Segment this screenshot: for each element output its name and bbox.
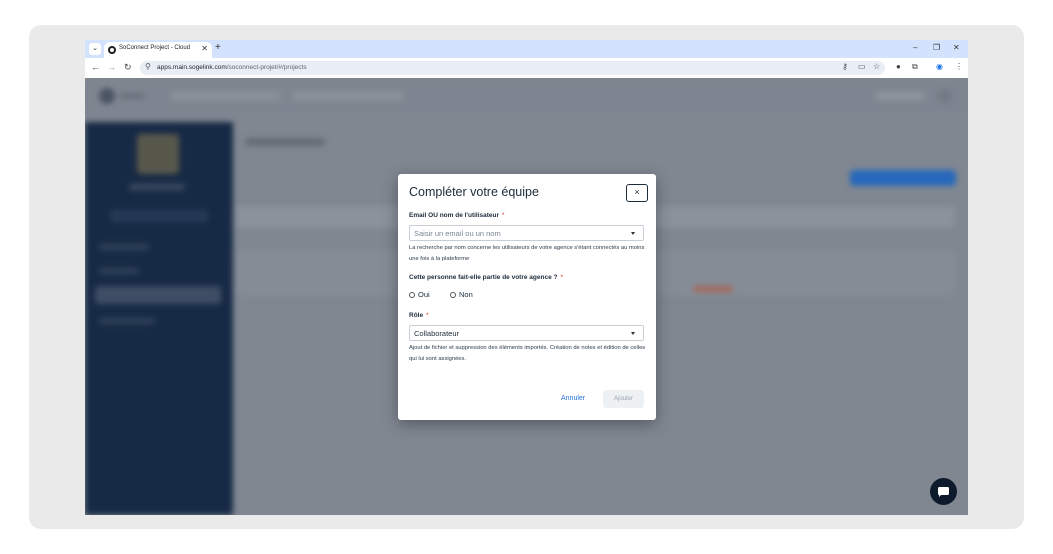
email-label: Email OU nom de l'utilisateur * — [409, 212, 505, 219]
password-key-icon[interactable]: ⚷ — [842, 62, 848, 71]
role-value: Collaborateur — [414, 329, 460, 338]
email-placeholder: Saisir un email ou un nom — [414, 229, 501, 238]
cancel-button[interactable]: Annuler — [561, 395, 585, 402]
tab-title: SoConnect Project - Cloud — [119, 45, 191, 51]
chat-button[interactable] — [930, 478, 957, 505]
address-bar-row: ← → ↻ ⚲ apps.main.sogelink.com/soconnect… — [85, 58, 968, 78]
radio-oui[interactable]: Oui — [409, 290, 430, 299]
tab-search-icon[interactable]: ⌄ — [89, 43, 101, 55]
extension-icon[interactable]: ● — [896, 62, 901, 71]
role-help-text: Ajout de fichier et suppression des élém… — [409, 345, 646, 362]
browser-window: ⌄ SoConnect Project - Cloud ✕ + – ❐ ✕ ← … — [85, 40, 968, 515]
minimize-icon[interactable]: – — [913, 43, 917, 52]
chat-icon — [938, 487, 949, 497]
close-button[interactable]: × — [626, 184, 648, 202]
radio-oui-label: Oui — [418, 290, 430, 299]
required-marker: * — [560, 274, 563, 281]
browser-tab[interactable]: SoConnect Project - Cloud ✕ — [104, 42, 212, 58]
tab-strip: ⌄ SoConnect Project - Cloud ✕ + – ❐ ✕ — [85, 40, 968, 58]
add-button[interactable]: Ajouter — [603, 390, 644, 408]
extensions-puzzle-icon[interactable]: ⧉ — [912, 62, 918, 72]
favicon-icon — [108, 46, 116, 54]
profile-icon[interactable]: ◉ — [936, 62, 943, 71]
browser-menu-icon[interactable]: ⋮ — [955, 62, 963, 71]
chevron-down-icon — [631, 232, 635, 235]
required-marker: * — [502, 212, 505, 219]
chevron-down-icon — [631, 332, 635, 335]
radio-circle-icon — [409, 291, 415, 298]
restore-icon[interactable]: ❐ — [933, 43, 940, 52]
window-close-icon[interactable]: ✕ — [953, 43, 960, 52]
email-help-text: La recherche par nom concerne les utilis… — [409, 245, 645, 262]
radio-circle-icon — [450, 291, 456, 298]
team-dialog: Compléter votre équipe × Email OU nom de… — [398, 174, 656, 420]
email-search-select[interactable]: Saisir un email ou un nom — [409, 225, 644, 241]
required-marker: * — [426, 312, 429, 319]
agency-label: Cette personne fait-elle partie de votre… — [409, 274, 563, 281]
tab-close-icon[interactable]: ✕ — [201, 44, 208, 53]
role-label-text: Rôle — [409, 312, 424, 319]
reload-icon[interactable]: ↻ — [124, 62, 132, 73]
dialog-title: Compléter votre équipe — [409, 185, 539, 199]
new-tab-icon[interactable]: + — [215, 42, 221, 53]
agency-label-text: Cette personne fait-elle partie de votre… — [409, 274, 558, 281]
close-icon: × — [634, 187, 640, 197]
role-label: Rôle * — [409, 312, 429, 319]
email-label-text: Email OU nom de l'utilisateur — [409, 212, 500, 219]
cast-icon[interactable]: ▭ — [858, 62, 866, 71]
url-text: apps.main.sogelink.com/soconnect-projet/… — [157, 64, 307, 71]
url-field[interactable]: ⚲ apps.main.sogelink.com/soconnect-proje… — [140, 61, 885, 75]
back-icon[interactable]: ← — [91, 62, 100, 72]
url-host: apps.main.sogelink.com — [157, 64, 227, 71]
url-path: /soconnect-projet/#/projects — [226, 64, 307, 71]
bookmark-star-icon[interactable]: ☆ — [873, 62, 880, 71]
site-info-icon[interactable]: ⚲ — [145, 62, 151, 71]
radio-non-label: Non — [459, 290, 473, 299]
forward-icon[interactable]: → — [107, 62, 116, 72]
role-select[interactable]: Collaborateur — [409, 325, 644, 341]
radio-non[interactable]: Non — [450, 290, 473, 299]
